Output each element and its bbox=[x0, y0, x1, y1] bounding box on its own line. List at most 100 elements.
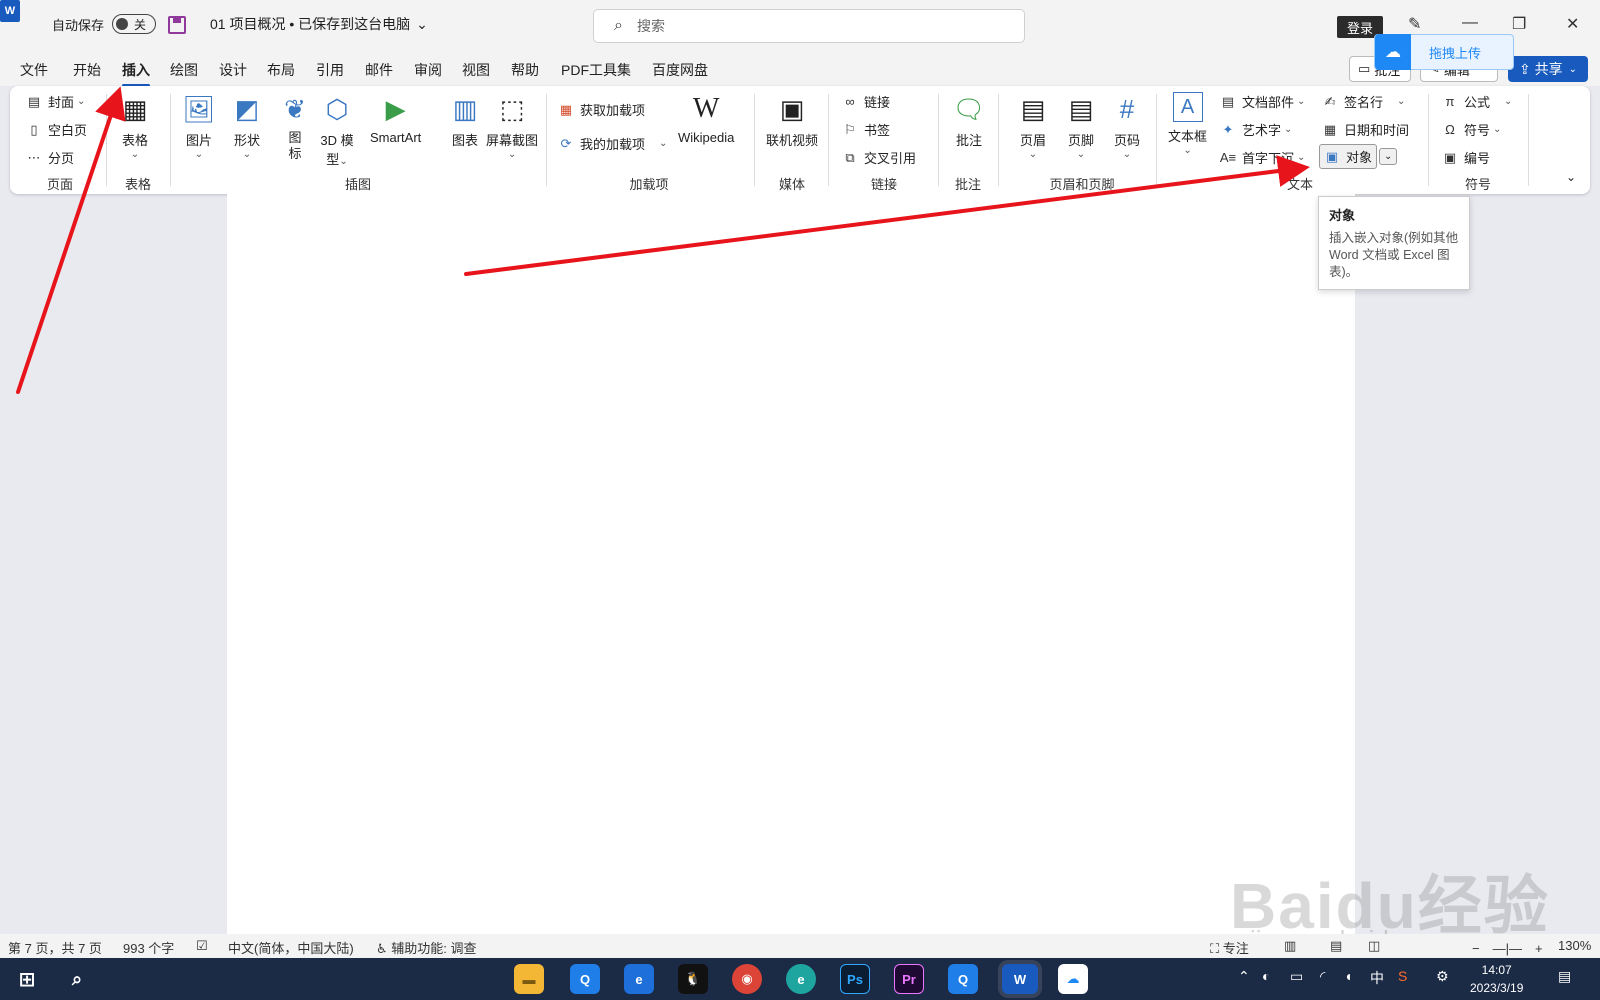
cross-reference-button[interactable]: ⧉ 交叉引用 bbox=[842, 148, 916, 167]
zoom-level[interactable]: 130% bbox=[1558, 938, 1591, 953]
shapes-button[interactable]: ◩ 形状 ⌄ bbox=[230, 92, 264, 161]
focus-button[interactable]: ⛶ 专注 bbox=[1210, 938, 1249, 957]
group-label-pages: 页面 bbox=[46, 177, 74, 192]
volume-icon[interactable]: ◖ bbox=[1344, 968, 1352, 984]
page-break-button[interactable]: ⋯ 分页 bbox=[26, 148, 75, 167]
table-button[interactable]: ▦ 表格 ⌄ bbox=[118, 92, 152, 161]
chrome-icon[interactable]: ◉ bbox=[732, 964, 762, 994]
drop-cap-button[interactable]: A≡ 首字下沉 ⌄ bbox=[1219, 148, 1306, 167]
tab-baidu-netdisk[interactable]: 百度网盘 bbox=[652, 60, 708, 80]
sogou-icon[interactable]: S bbox=[1398, 968, 1407, 984]
notification-icon[interactable]: ▤ bbox=[1558, 968, 1571, 985]
tab-pdf-tools[interactable]: PDF工具集 bbox=[561, 60, 631, 80]
document-title[interactable]: 01 项目概况 • 已保存到这台电脑 ⌄ bbox=[210, 14, 428, 34]
online-video-button[interactable]: ▣ 联机视频 bbox=[766, 92, 818, 149]
number-button[interactable]: ▣ 编号 bbox=[1442, 148, 1490, 167]
text-box-button[interactable]: A 文本框 ⌄ bbox=[1168, 92, 1207, 156]
autosave-label: 自动保存 bbox=[52, 17, 105, 33]
file-explorer-icon[interactable]: ▬ bbox=[514, 964, 544, 994]
tab-mailings[interactable]: 邮件 bbox=[365, 60, 393, 80]
windows-start-icon[interactable]: ⊞ bbox=[12, 964, 42, 994]
symbol-button[interactable]: Ω 符号 ⌄ bbox=[1442, 120, 1501, 139]
my-addins-button[interactable]: ⟳ 我的加载项 ⌄ bbox=[558, 134, 668, 153]
baidu-netdisk-taskbar-icon[interactable]: ☁ bbox=[1058, 964, 1088, 994]
tab-help[interactable]: 帮助 bbox=[511, 60, 539, 80]
document-page[interactable] bbox=[227, 194, 1355, 934]
autosave[interactable]: 自动保存 关 bbox=[52, 14, 157, 34]
zoom-slider[interactable]: − —|— + bbox=[1472, 938, 1543, 957]
qq-icon[interactable]: 🐧 bbox=[678, 964, 708, 994]
tab-layout[interactable]: 布局 bbox=[267, 60, 295, 80]
new-comment-button[interactable]: 🗨 批注 bbox=[952, 92, 986, 149]
get-addins-button[interactable]: ▦ 获取加载项 bbox=[558, 100, 645, 119]
close-button[interactable]: ✕ bbox=[1566, 14, 1579, 34]
baidu-upload-float[interactable]: ☁ 拖拽上传 bbox=[1374, 34, 1514, 70]
save-button[interactable] bbox=[168, 16, 186, 34]
web-layout-icon[interactable]: ◫ bbox=[1368, 938, 1380, 954]
link-button[interactable]: ∞ 链接 bbox=[842, 92, 890, 111]
date-time-button[interactable]: ▦ 日期和时间 bbox=[1322, 120, 1409, 139]
read-mode-icon[interactable]: ▥ bbox=[1284, 938, 1296, 954]
taskbar-search-icon[interactable]: ⌕ bbox=[62, 964, 92, 994]
3d-models-button[interactable]: ⬡ 3D 模型⌄ bbox=[320, 92, 354, 168]
status-bar: 第 7 页，共 7 页 993 个字 ☑ 中文(简体，中国大陆) ♿ 辅助功能:… bbox=[0, 934, 1600, 958]
qq-browser-icon[interactable]: Q bbox=[570, 964, 600, 994]
edge-legacy-icon[interactable]: e bbox=[624, 964, 654, 994]
accessibility-status[interactable]: ♿ 辅助功能: 调查 bbox=[376, 938, 477, 957]
blank-page-button[interactable]: ▯ 空白页 bbox=[26, 120, 87, 139]
share-button[interactable]: ⇪ 共享 ⌄ bbox=[1508, 56, 1588, 82]
premiere-icon[interactable]: Pr bbox=[894, 964, 924, 994]
page-number-button[interactable]: # 页码 ⌄ bbox=[1110, 92, 1144, 161]
system-clock[interactable]: 14:07 2023/3/19 bbox=[1470, 961, 1523, 997]
quick-parts-button[interactable]: ▤ 文档部件 ⌄ bbox=[1220, 92, 1306, 111]
tab-draw[interactable]: 绘图 bbox=[170, 60, 198, 80]
wifi-icon[interactable]: ◜ bbox=[1320, 968, 1325, 985]
tab-review[interactable]: 审阅 bbox=[414, 60, 442, 80]
object-dropdown-chevron[interactable]: ⌄ bbox=[1379, 148, 1398, 165]
tray-app-icon[interactable]: ◐ bbox=[1262, 968, 1270, 984]
minimize-button[interactable]: — bbox=[1462, 14, 1478, 32]
title-bar: W 自动保存 关 01 项目概况 • 已保存到这台电脑 ⌄ ⌕ 搜索 登录 ✎ … bbox=[0, 0, 1600, 52]
tab-references[interactable]: 引用 bbox=[316, 60, 344, 80]
qq-browser-2-icon[interactable]: Q bbox=[948, 964, 978, 994]
icons-button[interactable]: ❦ 图标 bbox=[278, 92, 312, 162]
chart-button[interactable]: ▥ 图表 bbox=[448, 92, 482, 149]
page-count[interactable]: 第 7 页，共 7 页 bbox=[8, 938, 102, 957]
ime-indicator[interactable]: 中 bbox=[1370, 968, 1384, 988]
drop-cap-icon: A≡ bbox=[1219, 150, 1237, 165]
word-count[interactable]: 993 个字 bbox=[123, 938, 174, 957]
tray-expand-icon[interactable]: ⌃ bbox=[1238, 968, 1250, 985]
pictures-button[interactable]: 🖼 图片 ⌄ bbox=[182, 92, 216, 161]
print-layout-icon[interactable]: ▤ bbox=[1330, 938, 1342, 954]
signature-line-button[interactable]: ✍ 签名行 ⌄ bbox=[1322, 92, 1406, 111]
restore-button[interactable]: ❐ bbox=[1512, 14, 1526, 34]
photoshop-icon[interactable]: Ps bbox=[840, 964, 870, 994]
header-button[interactable]: ▤ 页眉 ⌄ bbox=[1016, 92, 1050, 161]
cover-page-button[interactable]: ▤ 封面 ⌄ bbox=[26, 92, 86, 111]
pen-icon[interactable]: ✎ bbox=[1408, 14, 1421, 34]
tab-design[interactable]: 设计 bbox=[219, 60, 247, 80]
search-input[interactable]: ⌕ 搜索 bbox=[593, 9, 1025, 43]
word-taskbar-icon[interactable]: W bbox=[1002, 964, 1038, 994]
settings-gear-icon[interactable]: ⚙ bbox=[1436, 968, 1449, 985]
autosave-toggle[interactable]: 关 bbox=[112, 14, 157, 34]
header-icon: ▤ bbox=[1020, 93, 1046, 124]
wordart-button[interactable]: ✦ 艺术字 ⌄ bbox=[1220, 120, 1293, 139]
tab-insert[interactable]: 插入 bbox=[122, 60, 150, 87]
equation-button[interactable]: π 公式 ⌄ bbox=[1442, 92, 1513, 111]
collapse-ribbon-icon[interactable]: ⌄ bbox=[1566, 170, 1576, 184]
wikipedia-button[interactable]: W Wikipedia bbox=[678, 92, 734, 145]
smartart-button[interactable]: ▶ SmartArt bbox=[370, 92, 421, 146]
tab-view[interactable]: 视图 bbox=[462, 60, 490, 80]
tab-home[interactable]: 开始 bbox=[73, 60, 101, 80]
battery-icon[interactable]: ▭ bbox=[1290, 968, 1303, 985]
proofing-icon[interactable]: ☑ bbox=[196, 938, 208, 954]
screenshot-button[interactable]: ⬚ 屏幕截图 ⌄ bbox=[486, 92, 538, 161]
omega-icon: Ω bbox=[1445, 122, 1455, 137]
bookmark-button[interactable]: ⚐ 书签 bbox=[842, 120, 890, 139]
language-status[interactable]: 中文(简体，中国大陆) bbox=[228, 938, 354, 957]
object-button[interactable]: ▣ 对象 ⌄ bbox=[1319, 144, 1398, 169]
tab-file[interactable]: 文件 bbox=[20, 60, 48, 80]
edge-icon[interactable]: e bbox=[786, 964, 816, 994]
footer-button[interactable]: ▤ 页脚 ⌄ bbox=[1064, 92, 1098, 161]
